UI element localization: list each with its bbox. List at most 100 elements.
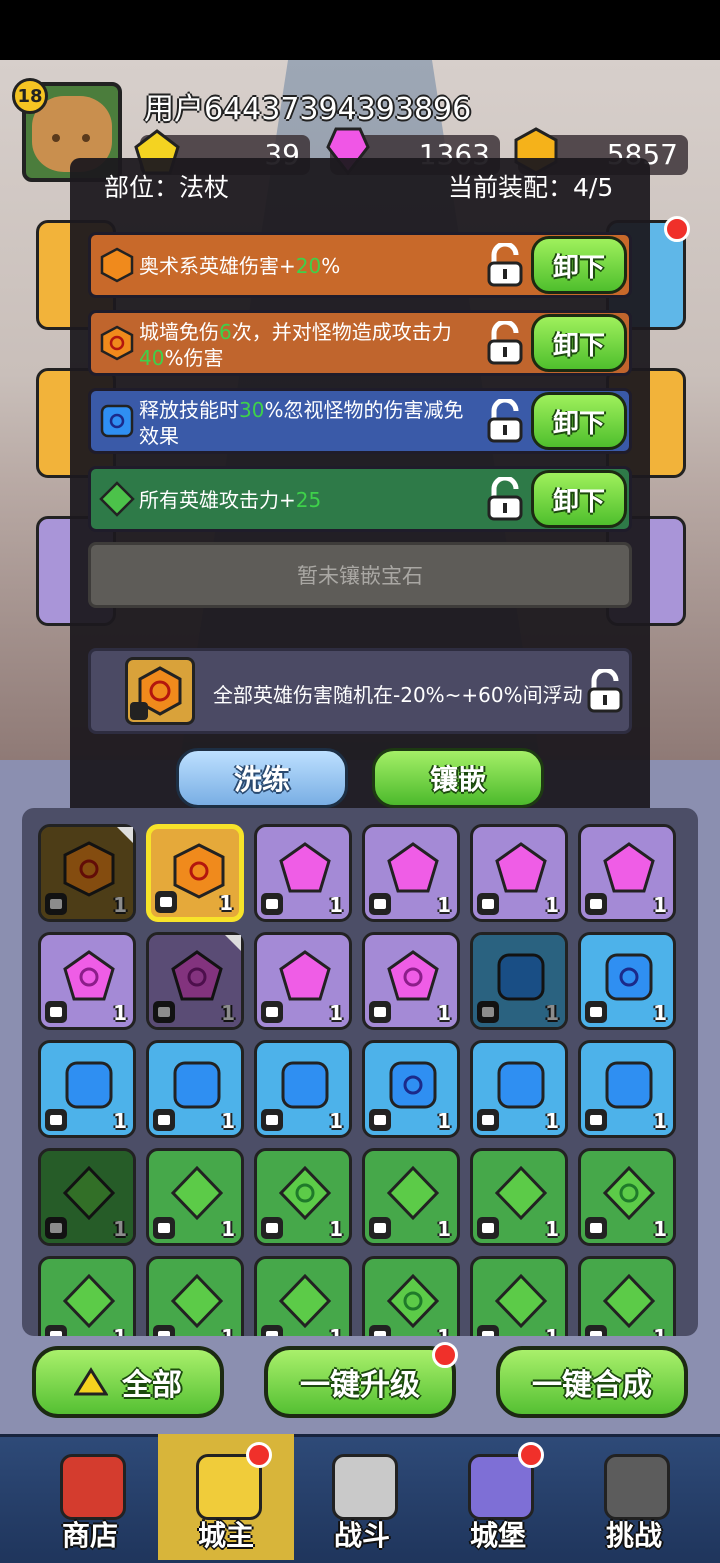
nav-label: 商店 [61,1519,118,1552]
lock-open-icon[interactable] [485,399,525,445]
demon-icon [604,1454,670,1520]
armor-part-icon [369,893,391,915]
purple-gem-icon [387,842,439,893]
gem-count: 1 [653,1001,667,1025]
gem-slot[interactable]: 1 [362,824,460,922]
nav-item[interactable]: 城堡 [430,1434,566,1560]
gem-slot[interactable]: 1 [578,824,676,922]
gem-count: 1 [545,893,559,917]
armor-part-icon [261,1109,283,1131]
gem-count: 1 [545,1325,559,1336]
gem-slot[interactable]: 1 [470,824,568,922]
purple-gem-icon [63,950,115,1001]
lock-open-icon[interactable] [485,243,525,289]
gem-slot[interactable]: 1 [38,932,136,1030]
lock-open-icon[interactable] [585,669,625,715]
gem-slot[interactable]: 1 [38,1148,136,1246]
gem-slot[interactable]: 1 [578,932,676,1030]
blue-gem-icon [497,953,545,1001]
wash-button[interactable]: 洗练 [176,748,348,808]
lock-open-icon[interactable] [485,477,525,523]
nav-item[interactable]: 城主 [158,1434,294,1560]
armor-part-icon [153,1109,175,1131]
green-gem-icon [171,1273,223,1329]
shield-part-icon [585,1109,607,1131]
gem-slot[interactable]: 1 [254,932,352,1030]
gem-slot[interactable]: 1 [254,824,352,922]
gem-slot[interactable]: 1 [254,1148,352,1246]
ring-part-icon [153,1001,175,1023]
gem-slot[interactable]: 1 [38,1040,136,1138]
filter-all-button[interactable]: 全部 [32,1346,224,1418]
crown-part-icon [153,1217,175,1239]
green-gem-icon [603,1165,655,1221]
green-gem-icon [171,1165,223,1221]
gem-count: 1 [437,1325,451,1336]
unload-button[interactable]: 卸下 [531,470,627,528]
gem-count: 1 [113,893,127,917]
gem-slot[interactable]: 1 [470,932,568,1030]
gem-effect-fragment: 所有英雄攻击力+ [139,488,296,512]
unload-button[interactable]: 卸下 [531,314,627,372]
green-gem-icon [387,1273,439,1329]
gem-slot[interactable]: 1 [146,824,244,922]
gem-effect-text: 释放技能时30%忽视怪物的伤害减免效果 [139,397,479,449]
gem-count: 1 [437,1109,451,1133]
gem-slot[interactable]: 1 [362,1040,460,1138]
gem-count: 1 [221,1325,235,1336]
gem-slot[interactable]: 1 [470,1040,568,1138]
orange-swirl-gem-icon [100,325,134,361]
equip-count-label: 当前装配：4/5 [448,173,614,202]
upgrade-all-button[interactable]: 一键升级 [264,1346,456,1418]
equipped-gem-row: 所有英雄攻击力+25 卸下 [88,466,632,532]
gem-slot[interactable]: 1 [254,1256,352,1336]
gem-count: 1 [437,893,451,917]
purple-gem-icon [387,950,439,1001]
blue-gem-icon [497,1061,545,1109]
gem-count: 1 [545,1217,559,1241]
equipped-gem-row: 城墙免伤6次，并对怪物造成攻击力 40%伤害 卸下 [88,310,632,376]
gem-slot[interactable]: 1 [578,1040,676,1138]
gem-slot[interactable]: 1 [362,1148,460,1246]
nav-item[interactable]: 战斗 [294,1434,430,1560]
gem-count: 1 [653,893,667,917]
gem-count: 1 [545,1001,559,1025]
boot-part-icon [585,1325,607,1336]
gem-slot[interactable]: 1 [578,1256,676,1336]
gem-slot[interactable]: 1 [146,1256,244,1336]
gem-slot[interactable]: 1 [362,932,460,1030]
gem-count: 1 [221,1001,235,1025]
gem-slot[interactable]: 1 [146,1148,244,1246]
crown-part-icon [369,1217,391,1239]
gem-slot[interactable]: 1 [470,1256,568,1336]
nav-item[interactable]: 商店 [22,1434,158,1560]
gem-slot[interactable]: 1 [146,932,244,1030]
gem-slot[interactable]: 1 [470,1148,568,1246]
gem-slot[interactable]: 1 [578,1148,676,1246]
empty-gem-slot[interactable]: 暂未镶嵌宝石 [88,542,632,608]
gem-count: 1 [437,1001,451,1025]
unload-button[interactable]: 卸下 [531,236,627,294]
inlay-button[interactable]: 镶嵌 [372,748,544,808]
nav-item[interactable]: 挑战 [566,1434,702,1560]
gem-count: 1 [113,1217,127,1241]
merge-all-label: 一键合成 [532,1368,652,1403]
crown-part-icon [261,1217,283,1239]
gem-count: 1 [437,1217,451,1241]
unload-button[interactable]: 卸下 [531,392,627,450]
merge-all-button[interactable]: 一键合成 [496,1346,688,1418]
gem-slot[interactable]: 1 [362,1256,460,1336]
armor-part-icon [45,1325,67,1336]
gem-inventory-grid[interactable]: 1 1 1 1 1 1 1 1 1 1 1 1 1 1 1 1 1 1 1 1 1 1 1 1 1 1 1 1 1 1 [22,808,698,1336]
gem-slot[interactable]: 1 [254,1040,352,1138]
gem-slot[interactable]: 1 [38,1256,136,1336]
nav-label: 战斗 [333,1519,390,1552]
gem-slot[interactable]: 1 [38,824,136,922]
purple-gem-icon [279,950,331,1001]
armor-part-icon [585,1217,607,1239]
gem-slot[interactable]: 1 [146,1040,244,1138]
green-gem-icon [495,1273,547,1329]
blue-gem-icon [173,1061,221,1109]
main-stone-slot[interactable] [125,657,195,725]
lock-open-icon[interactable] [485,321,525,367]
